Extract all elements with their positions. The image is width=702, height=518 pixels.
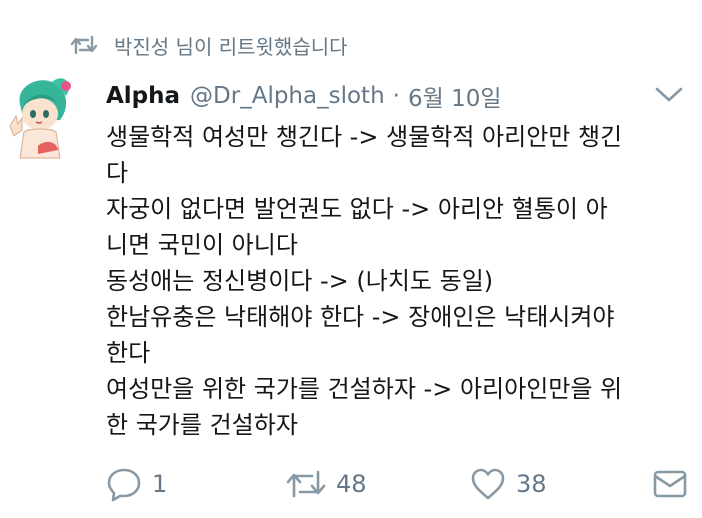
heart-icon xyxy=(470,467,506,501)
tweet-text: 생물학적 여성만 챙긴다 -> 생물학적 아리안만 챙긴 다 자궁이 없다면 발… xyxy=(106,119,692,443)
retweet-button[interactable]: 48 xyxy=(286,462,367,506)
tweet-text-line: 한 국가를 건설하자 xyxy=(106,411,298,439)
tweet-text-line: 자궁이 없다면 발언권도 없다 -> 아리안 혈통이 아 xyxy=(106,195,608,223)
tweet-date[interactable]: 6월 10일 xyxy=(408,79,502,113)
author-handle[interactable]: @Dr_Alpha_sloth xyxy=(190,83,385,109)
like-count: 38 xyxy=(516,470,547,498)
retweet-banner: 박진성 님이 리트윗했습니다 xyxy=(70,30,348,60)
chevron-down-icon[interactable] xyxy=(654,84,684,106)
tweet-text-line: 생물학적 여성만 챙긴다 -> 생물학적 아리안만 챙긴 xyxy=(106,123,623,151)
retweet-banner-text: 박진성 님이 리트윗했습니다 xyxy=(114,34,348,59)
retweet-icon xyxy=(286,467,326,501)
tweet-actions: 1 48 38 xyxy=(104,462,694,506)
tweet-header: Alpha @Dr_Alpha_sloth · 6월 10일 xyxy=(106,76,686,116)
like-button[interactable]: 38 xyxy=(470,462,547,506)
author-name[interactable]: Alpha xyxy=(106,83,180,109)
tweet-text-line: 한다 xyxy=(106,339,151,367)
tweet-text-line: 여성만을 위한 국가를 건설하자 -> 아리아인만을 위 xyxy=(106,375,623,403)
direct-message-button[interactable] xyxy=(652,462,688,506)
tweet-text-line: 니면 국민이 아니다 xyxy=(106,231,298,259)
retweet-count: 48 xyxy=(336,470,367,498)
separator-dot: · xyxy=(392,83,400,109)
reply-button[interactable]: 1 xyxy=(106,462,167,506)
tweet-text-line: 동성애는 정신병이다 -> (나치도 동일) xyxy=(106,267,494,295)
reply-icon xyxy=(106,466,142,502)
retweet-icon xyxy=(70,34,98,56)
avatar[interactable] xyxy=(8,74,74,160)
tweet-text-line: 다 xyxy=(106,159,129,187)
tweet-text-line: 한남유충은 낙태해야 한다 -> 장애인은 낙태시켜야 xyxy=(106,303,615,331)
reply-count: 1 xyxy=(152,470,168,498)
envelope-icon xyxy=(652,468,688,500)
